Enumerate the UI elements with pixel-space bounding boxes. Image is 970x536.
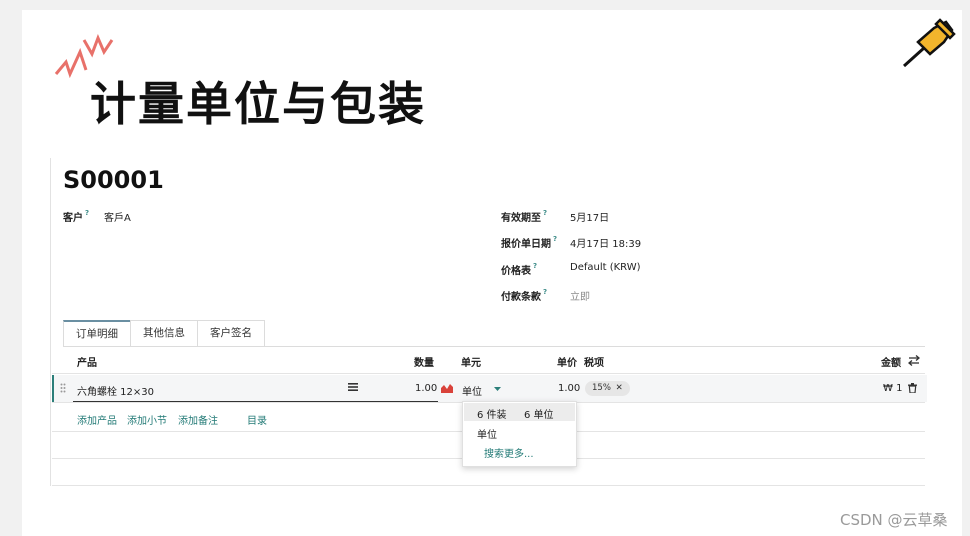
caret-down-icon[interactable]	[494, 387, 501, 391]
tab-other-info[interactable]: 其他信息	[130, 320, 198, 346]
order-id: S00001	[63, 166, 164, 194]
help-icon[interactable]: ?	[553, 235, 557, 243]
customer-label: 客户?	[63, 209, 90, 224]
dropdown-option-unit[interactable]: 单位	[477, 426, 497, 441]
menu-lines-icon[interactable]	[348, 383, 358, 391]
dropdown-option-sub: 6 单位	[524, 410, 554, 421]
payment-terms-field[interactable]: 立即	[570, 288, 590, 303]
row-divider	[52, 485, 925, 486]
amount-cell: ₩ 1	[883, 383, 903, 394]
add-product-link[interactable]: 添加产品	[77, 412, 117, 427]
pushpin-icon	[902, 18, 956, 68]
help-icon[interactable]: ?	[543, 288, 547, 296]
column-header-unit-price[interactable]: 单价	[557, 354, 577, 369]
unit-dropdown: 6 件装 6 单位 单位 搜索更多...	[462, 401, 577, 467]
quantity-cell[interactable]: 1.00	[415, 383, 437, 394]
trash-icon[interactable]	[908, 383, 917, 393]
column-header-amount[interactable]: 金额	[881, 354, 901, 369]
slide-title: 计量单位与包装	[90, 77, 426, 131]
remove-x-icon[interactable]: ✕	[616, 383, 623, 393]
unit-cell[interactable]: 单位	[462, 383, 482, 398]
drag-handle-icon[interactable]	[60, 383, 66, 393]
column-header-unit[interactable]: 单元	[461, 354, 481, 369]
product-cell[interactable]: 六角螺栓 12×30	[77, 383, 154, 398]
dropdown-option-6-pack[interactable]: 6 件装	[477, 406, 507, 421]
tab-order-lines[interactable]: 订单明细	[63, 320, 131, 346]
help-icon[interactable]: ?	[533, 262, 537, 270]
search-more-link[interactable]: 搜索更多...	[484, 445, 534, 460]
pricelist-label: 价格表?	[501, 262, 538, 277]
form-left-border	[50, 158, 51, 486]
pricelist-field[interactable]: Default (KRW)	[570, 262, 641, 273]
payment-terms-label: 付款条款?	[501, 288, 548, 303]
catalog-link[interactable]: 目录	[247, 412, 267, 427]
column-header-taxes[interactable]: 税项	[584, 354, 604, 369]
validity-field[interactable]: 5月17日	[570, 209, 609, 224]
tab-customer-signature[interactable]: 客户签名	[197, 320, 265, 346]
column-header-product[interactable]: 产品	[77, 354, 97, 369]
add-section-link[interactable]: 添加小节	[127, 412, 167, 427]
header-divider	[52, 373, 925, 374]
help-icon[interactable]: ?	[85, 209, 89, 217]
unit-price-cell[interactable]: 1.00	[558, 383, 580, 394]
forecast-chart-icon[interactable]	[441, 383, 453, 393]
customer-field[interactable]: 客戶A	[104, 209, 131, 224]
quote-date-field[interactable]: 4月17日 18:39	[570, 235, 641, 250]
column-header-quantity[interactable]: 数量	[414, 354, 434, 369]
tax-badge[interactable]: 15% ✕	[585, 381, 630, 396]
watermark: CSDN @云草桑	[840, 511, 948, 529]
validity-label: 有效期至?	[501, 209, 548, 224]
add-note-link[interactable]: 添加备注	[178, 412, 218, 427]
table-row[interactable]	[52, 375, 927, 402]
quote-date-label: 报价单日期?	[501, 235, 558, 250]
help-icon[interactable]: ?	[543, 209, 547, 217]
column-settings-icon[interactable]	[908, 355, 920, 366]
notebook-tabs: 订单明细 其他信息 客户签名	[63, 320, 925, 347]
